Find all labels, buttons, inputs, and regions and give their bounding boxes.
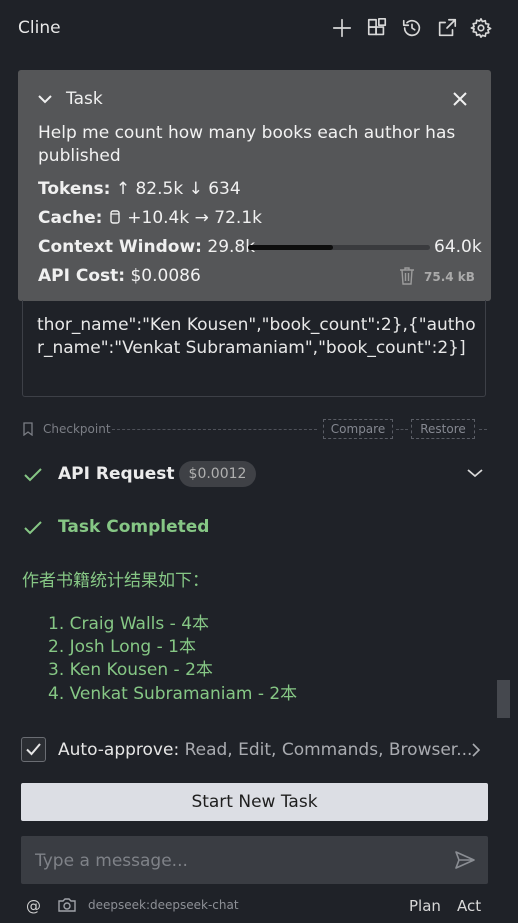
api-request-cost-badge: $0.0012 <box>179 461 256 487</box>
history-icon[interactable] <box>400 16 424 40</box>
act-mode-toggle[interactable]: Act <box>457 897 481 915</box>
check-icon <box>24 521 42 535</box>
plus-icon[interactable] <box>330 16 354 40</box>
cache-row: Cache: +10.4k → 72.1k <box>38 208 262 228</box>
task-completed-label: Task Completed <box>58 517 210 537</box>
start-new-task-button[interactable]: Start New Task <box>21 783 488 821</box>
task-title[interactable]: Task <box>66 89 103 109</box>
check-icon <box>26 743 41 756</box>
chevron-down-icon[interactable] <box>466 466 484 480</box>
mention-button[interactable]: @ <box>26 897 41 915</box>
scrollbar-thumb[interactable] <box>497 680 510 718</box>
app-title: Cline <box>18 18 61 38</box>
checkpoint-divider <box>112 429 317 430</box>
context-label: Context Window: <box>38 237 202 257</box>
send-icon[interactable] <box>454 850 476 870</box>
model-selector[interactable]: deepseek:deepseek-chat <box>88 898 239 912</box>
tokens-row: Tokens: ↑ 82.5k ↓ 634 <box>38 179 241 199</box>
mcp-servers-icon[interactable] <box>365 16 389 40</box>
cache-label: Cache: <box>38 208 103 228</box>
context-progress-bar <box>248 245 430 250</box>
popout-icon[interactable] <box>435 16 459 40</box>
checkpoint-label: Checkpoint <box>43 422 111 436</box>
result-item: 2. Josh Long - 1本 <box>48 637 196 657</box>
code-output-block: thor_name":"Ken Kousen","book_count":2},… <box>22 300 486 397</box>
message-input[interactable] <box>33 846 437 876</box>
message-box <box>21 836 488 884</box>
chevron-down-icon[interactable] <box>38 94 52 104</box>
task-size: 75.4 kB <box>424 270 475 284</box>
task-card: Task Help me count how many books each a… <box>18 70 491 301</box>
camera-icon[interactable] <box>57 897 77 913</box>
api-cost-row: API Cost: $0.0086 <box>38 266 201 286</box>
context-progress-fill <box>248 245 333 250</box>
result-item: 3. Ken Kousen - 2本 <box>48 660 213 680</box>
context-window-row: Context Window: 29.8k <box>38 237 255 257</box>
checkpoint-divider <box>479 429 487 430</box>
bookmark-icon <box>23 422 33 436</box>
tokens-in: ↑ 82.5k <box>115 179 184 199</box>
tokens-out: ↓ 634 <box>188 179 241 199</box>
tokens-label: Tokens: <box>38 179 111 199</box>
cache-write: +10.4k <box>127 208 190 228</box>
task-text: Help me count how many books each author… <box>38 123 456 166</box>
auto-approve-value: Read, Edit, Commands, Browser... <box>184 740 473 760</box>
chevron-right-icon[interactable] <box>470 742 482 758</box>
api-cost-label: API Cost: <box>38 266 126 286</box>
gear-icon[interactable] <box>469 16 493 40</box>
close-icon[interactable] <box>451 90 469 108</box>
result-item: 1. Craig Walls - 4本 <box>48 614 210 634</box>
result-item: 4. Venkat Subramaniam - 2本 <box>48 684 298 704</box>
context-max: 64.0k <box>434 237 482 257</box>
auto-approve-label: Auto-approve: <box>58 740 180 760</box>
trash-icon[interactable] <box>398 266 416 286</box>
check-icon <box>24 468 42 482</box>
restore-button[interactable]: Restore <box>411 419 475 439</box>
database-icon <box>110 210 120 224</box>
compare-button[interactable]: Compare <box>323 419 393 439</box>
checkpoint-divider <box>396 429 408 430</box>
auto-approve-checkbox[interactable] <box>21 737 46 762</box>
api-cost-value: $0.0086 <box>130 266 201 286</box>
auto-approve-row[interactable]: Auto-approve: Read, Edit, Commands, Brow… <box>58 740 472 760</box>
code-output-text: thor_name":"Ken Kousen","book_count":2},… <box>37 315 476 358</box>
plan-mode-toggle[interactable]: Plan <box>409 897 441 915</box>
api-request-label[interactable]: API Request <box>58 464 175 484</box>
cache-read: → 72.1k <box>194 208 262 228</box>
result-intro: 作者书籍统计结果如下： <box>22 571 209 591</box>
